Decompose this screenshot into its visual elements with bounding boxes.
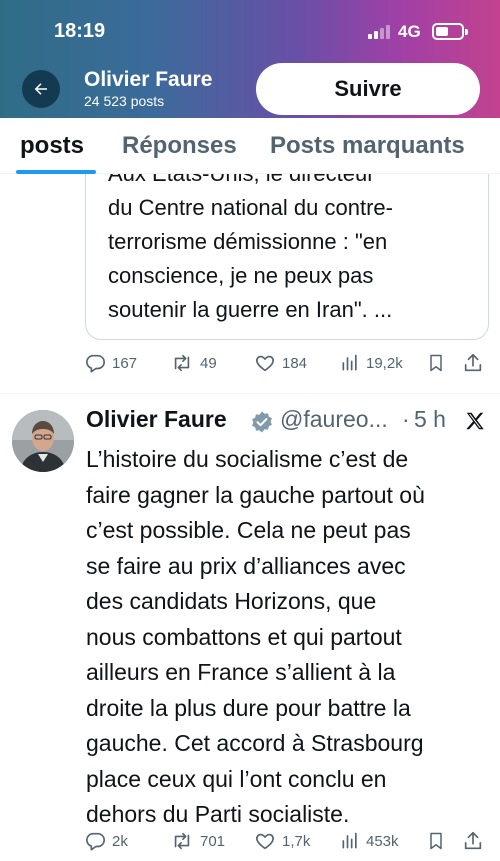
profile-tabs: posts Réponses Posts marquants: [0, 118, 500, 174]
post-line: ailleurs en France s’allient à la: [86, 659, 396, 685]
like-icon: [256, 355, 274, 372]
share-icon: [464, 831, 482, 850]
quoted-line: soutenir la guerre en Iran". ...: [108, 297, 393, 322]
share-button[interactable]: [462, 830, 484, 852]
post-actions: 2k 701 1,7k 453k: [84, 830, 490, 860]
post-divider: [0, 393, 500, 394]
post-line: droite la plus dure pour battre la: [86, 694, 411, 721]
repost-count: 49: [200, 354, 217, 372]
views-count: 453k: [366, 832, 399, 850]
repost-button[interactable]: 701: [170, 830, 225, 852]
post-text: L’histoire du socialisme c’est de faire …: [86, 442, 494, 833]
quoted-line: terrorisme démissionne : "en: [108, 229, 388, 254]
follow-button[interactable]: Suivre: [256, 63, 480, 115]
bookmark-button[interactable]: [426, 352, 446, 374]
views-icon: [342, 354, 357, 371]
bookmark-icon: [430, 354, 442, 372]
meta-separator: ·: [402, 406, 410, 432]
quoted-line: conscience, je ne peux pas: [108, 263, 374, 288]
repost-icon: [174, 832, 190, 850]
share-icon: [464, 353, 482, 372]
profile-name: Olivier Faure: [84, 68, 213, 91]
author-name[interactable]: Olivier Faure: [86, 406, 227, 433]
repost-icon: [174, 354, 190, 372]
back-arrow-icon: [34, 83, 47, 95]
post-line: place ceux qui l’ont conclu en: [86, 765, 387, 792]
battery-icon: [432, 23, 468, 40]
reply-count: 2k: [112, 832, 128, 850]
x-logo-icon[interactable]: [464, 410, 486, 437]
quoted-post-card[interactable]: Aux Etats-Unis, le directeur du Centre n…: [85, 150, 489, 340]
network-type: 4G: [398, 22, 421, 41]
author-handle[interactable]: @faureo...: [280, 406, 388, 433]
views-icon: [342, 832, 357, 849]
tab-posts[interactable]: posts: [20, 132, 84, 160]
tab-highlighted-posts[interactable]: Posts marquants: [270, 132, 465, 160]
like-icon: [256, 833, 274, 850]
post-line: faire gagner la gauche partout où: [86, 481, 425, 508]
reply-button[interactable]: 167: [84, 352, 137, 374]
reply-icon: [86, 354, 105, 373]
signal-icon: [368, 25, 392, 39]
quoted-post-text: Aux Etats-Unis, le directeur du Centre n…: [108, 157, 478, 327]
like-button[interactable]: 184: [254, 352, 307, 374]
post-actions: 167 49 184 19,2k: [84, 352, 490, 382]
post-line: dehors du Parti socialiste.: [86, 801, 350, 827]
post-line: L’histoire du socialisme c’est de: [86, 446, 409, 472]
verified-badge-icon: [250, 410, 274, 439]
views-button[interactable]: 453k: [340, 830, 399, 852]
quoted-line: du Centre national du contre-: [108, 195, 393, 220]
back-button[interactable]: [22, 70, 60, 108]
reply-button[interactable]: 2k: [84, 830, 128, 852]
post-line: des candidats Horizons, que: [86, 588, 377, 614]
active-tab-indicator: [16, 170, 96, 174]
repost-button[interactable]: 49: [170, 352, 217, 374]
views-button[interactable]: 19,2k: [340, 352, 403, 374]
repost-count: 701: [200, 832, 226, 850]
avatar[interactable]: [12, 410, 74, 472]
status-time: 18:19: [54, 20, 106, 42]
post-line: se faire au prix d’alliances avec: [86, 552, 406, 579]
like-count: 1,7k: [282, 832, 311, 850]
profile-posts-count: 24 523 posts: [84, 93, 165, 109]
post-line: nous combattons et qui partout: [86, 623, 402, 650]
like-button[interactable]: 1,7k: [254, 830, 310, 852]
bookmark-button[interactable]: [426, 830, 446, 852]
profile-header: 18:19 4G Olivier Faure 24 523 posts Suiv…: [0, 0, 500, 118]
like-count: 184: [282, 354, 308, 372]
views-count: 19,2k: [366, 354, 403, 372]
post-line: c’est possible. Cela ne peut pas: [86, 517, 411, 543]
post-time[interactable]: 5 h: [414, 406, 446, 433]
bookmark-icon: [430, 832, 442, 850]
post-line: gauche. Cet accord à Strasbourg: [86, 730, 424, 756]
reply-icon: [86, 832, 105, 851]
reply-count: 167: [112, 354, 138, 372]
share-button[interactable]: [462, 352, 484, 374]
tab-replies[interactable]: Réponses: [122, 132, 237, 160]
